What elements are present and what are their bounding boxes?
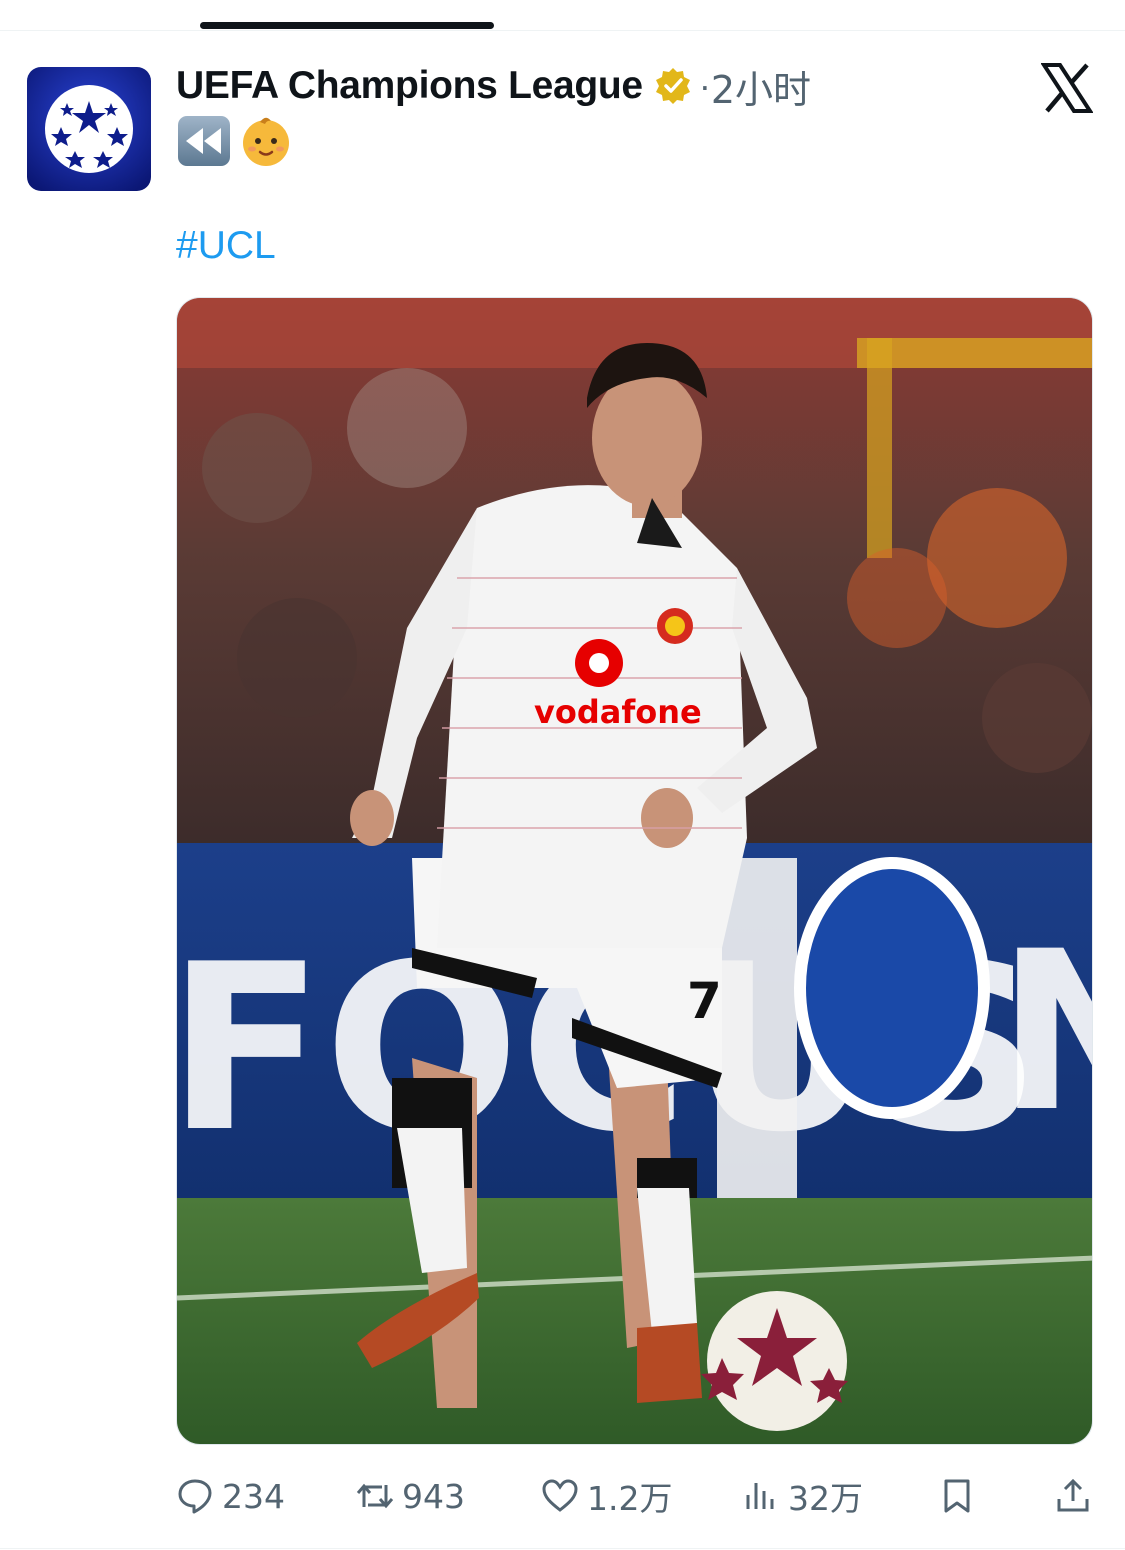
reply-count: 234 [222,1476,285,1516]
views-button[interactable]: 32万 [742,1472,863,1520]
bar-chart-icon [742,1477,780,1515]
separator-dot: · [698,65,711,106]
baby-emoji-icon [238,112,294,168]
rewind-emoji-icon [176,112,232,168]
tweet-text-emojis [176,112,294,168]
retweet-icon [356,1477,394,1515]
heart-icon [541,1477,579,1515]
svg-text:Ne: Ne [997,904,1093,1160]
share-icon [1054,1477,1092,1515]
retweet-button[interactable]: 943 [356,1472,465,1520]
tweet-header: UEFA Champions League · 2小时 [176,60,811,112]
author-name[interactable]: UEFA Champions League [176,64,643,108]
avatar[interactable] [27,67,151,191]
bookmark-button[interactable] [938,1472,976,1520]
like-button[interactable]: 1.2万 [541,1472,672,1520]
share-button[interactable] [1054,1472,1092,1520]
timestamp[interactable]: 2小时 [711,59,811,114]
x-logo-icon [1040,62,1094,114]
svg-text:vodafone: vodafone [534,693,702,731]
verified-badge-icon [653,66,693,106]
reply-button[interactable]: 234 [176,1472,285,1520]
retweet-count: 943 [402,1476,465,1516]
views-count: 32万 [788,1479,863,1518]
tweet-media-photo[interactable]: FOCUS Ne 7 [176,297,1093,1445]
soccer-player-photo-icon: FOCUS Ne 7 [177,298,1093,1444]
hashtag-link[interactable]: #UCL [176,224,276,268]
like-count: 1.2万 [587,1479,673,1518]
divider [0,30,1125,31]
divider [0,1548,1125,1549]
svg-text:7: 7 [687,972,722,1030]
home-indicator [200,22,494,29]
bookmark-icon [938,1477,976,1515]
action-bar: 234 943 1.2万 32万 [176,1472,1093,1520]
starball-logo-icon [27,67,151,191]
reply-icon [176,1477,214,1515]
